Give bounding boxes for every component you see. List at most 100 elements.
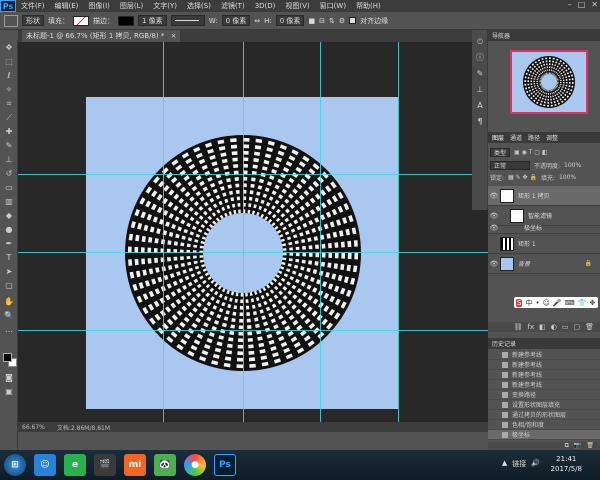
- tray-arrow-icon[interactable]: ▲: [502, 459, 507, 469]
- browser-icon[interactable]: e: [64, 454, 86, 476]
- fill-field[interactable]: 100%: [559, 174, 576, 181]
- lasso-tool-icon[interactable]: ℓ: [3, 70, 15, 82]
- link-icon[interactable]: ⇔: [254, 17, 260, 25]
- mi-icon[interactable]: mi: [124, 454, 146, 476]
- video-icon[interactable]: 🎬: [94, 454, 116, 476]
- more-tools-icon[interactable]: …: [3, 324, 15, 336]
- menu-3d[interactable]: 3D(D): [250, 2, 281, 10]
- pen-tool-icon[interactable]: ✒: [3, 238, 15, 250]
- history-item[interactable]: 新建参考线: [488, 360, 600, 370]
- history-title[interactable]: 历史记录: [492, 339, 516, 348]
- menu-filter[interactable]: 滤镜(T): [216, 1, 250, 11]
- menu-edit[interactable]: 编辑(E): [50, 1, 84, 11]
- eye-icon[interactable]: 👁: [488, 260, 500, 268]
- clone-panel-icon[interactable]: ⊥: [474, 84, 486, 96]
- eye-icon[interactable]: 👁: [488, 212, 500, 220]
- layer-row[interactable]: 矩形 1: [488, 234, 600, 254]
- link-layers-icon[interactable]: ⛓: [514, 323, 523, 331]
- close-button[interactable]: ✕: [591, 0, 598, 9]
- doc-size[interactable]: 文档:2.86M/8.81M: [57, 423, 110, 432]
- color-app-icon[interactable]: ●: [184, 454, 206, 476]
- volume-icon[interactable]: 🔊: [531, 459, 540, 469]
- tab-adjustments[interactable]: 调整: [546, 133, 558, 142]
- screen-mode-icon[interactable]: ▣: [3, 386, 15, 398]
- clock[interactable]: 21:41 2017/5/8: [551, 454, 582, 474]
- menu-file[interactable]: 文件(F): [16, 1, 50, 11]
- layer-name[interactable]: 矩形 1 拷贝: [518, 191, 550, 200]
- layer-name[interactable]: 背景: [518, 259, 530, 268]
- shape-tool-icon[interactable]: ▢: [3, 280, 15, 292]
- guide-vertical[interactable]: [243, 42, 244, 422]
- tab-channels[interactable]: 通道: [510, 133, 522, 142]
- chat-icon[interactable]: 🐼: [154, 454, 176, 476]
- photoshop-taskbar-icon[interactable]: Ps: [214, 454, 236, 476]
- ime-skin-icon[interactable]: 👕: [578, 299, 587, 307]
- stamp-tool-icon[interactable]: ⊥: [3, 154, 15, 166]
- start-button[interactable]: ⊞: [4, 454, 26, 476]
- magic-wand-tool-icon[interactable]: ✧: [3, 84, 15, 96]
- menu-image[interactable]: 图像(I): [83, 1, 115, 11]
- navigator-thumbnail[interactable]: [510, 50, 588, 114]
- marquee-tool-icon[interactable]: ⬚: [3, 56, 15, 68]
- history-item[interactable]: 新建参考线: [488, 370, 600, 380]
- type-tool-icon[interactable]: T: [3, 252, 15, 264]
- camera-icon[interactable]: 📷: [574, 442, 581, 450]
- lock-icons[interactable]: ▦ ✎ ✥ 🔒: [508, 174, 537, 181]
- layer-row[interactable]: 👁 矩形 1 拷贝: [488, 186, 600, 206]
- ime-emoji-icon[interactable]: ☺: [543, 299, 550, 307]
- trash-icon[interactable]: 🗑: [585, 323, 594, 331]
- ime-punct-icon[interactable]: •: [535, 299, 539, 307]
- document-canvas[interactable]: [86, 97, 398, 409]
- eraser-tool-icon[interactable]: ▭: [3, 182, 15, 194]
- guide-horizontal[interactable]: [18, 174, 488, 175]
- trash-icon[interactable]: 🗑: [586, 442, 594, 450]
- ime-mic-icon[interactable]: 🎤: [553, 299, 562, 307]
- stroke-width-field[interactable]: 1 像素: [138, 15, 167, 26]
- menu-help[interactable]: 帮助(H): [351, 1, 386, 11]
- h-field[interactable]: 0 像素: [275, 15, 305, 26]
- menu-view[interactable]: 视图(V): [280, 1, 314, 11]
- guide-vertical[interactable]: [320, 42, 321, 422]
- brush-tool-icon[interactable]: ✎: [3, 140, 15, 152]
- close-icon[interactable]: ×: [171, 32, 177, 40]
- history-item[interactable]: 设置形状图层填充: [488, 400, 600, 410]
- qq-icon[interactable]: ☺: [34, 454, 56, 476]
- eye-icon[interactable]: 👁: [488, 192, 500, 200]
- shape-tool-icon[interactable]: [4, 14, 18, 27]
- sogou-icon[interactable]: S: [516, 298, 523, 307]
- filter-icons[interactable]: ▣ ◉ T ▢ ◧: [514, 149, 548, 156]
- layer-row[interactable]: 👁 极坐标: [488, 222, 600, 234]
- history-panel-icon[interactable]: ⏲: [474, 36, 486, 48]
- history-item[interactable]: 新建参考线: [488, 380, 600, 390]
- history-item[interactable]: 新建参考线: [488, 350, 600, 360]
- guide-vertical[interactable]: [163, 42, 164, 422]
- history-item[interactable]: 变换路径: [488, 390, 600, 400]
- layer-row[interactable]: 👁 背景 🔒: [488, 254, 600, 274]
- properties-panel-icon[interactable]: ⓘ: [474, 52, 486, 64]
- tray-network-label[interactable]: 链接: [512, 459, 526, 469]
- align-edges-checkbox[interactable]: [349, 17, 357, 24]
- menu-window[interactable]: 窗口(W): [315, 1, 351, 11]
- history-item[interactable]: 色相/饱和度: [488, 420, 600, 430]
- adjustment-icon[interactable]: ◐: [551, 323, 557, 331]
- ime-tools-icon[interactable]: ✥: [589, 299, 595, 307]
- zoom-tool-icon[interactable]: 🔍: [3, 310, 15, 322]
- guide-horizontal[interactable]: [18, 252, 488, 253]
- gradient-tool-icon[interactable]: ▥: [3, 196, 15, 208]
- foreground-color-swatch[interactable]: [3, 353, 12, 362]
- snapshot-icon[interactable]: ⧉: [565, 442, 569, 450]
- eye-icon[interactable]: 👁: [488, 224, 500, 232]
- layer-name[interactable]: 矩形 1: [518, 239, 536, 248]
- minimize-button[interactable]: –: [568, 0, 572, 9]
- layer-name[interactable]: 极坐标: [524, 223, 542, 232]
- tab-layers[interactable]: 图层: [492, 133, 504, 142]
- mask-icon[interactable]: ◧: [539, 323, 546, 331]
- menu-select[interactable]: 选择(S): [182, 1, 216, 11]
- ime-mode[interactable]: 中: [525, 298, 532, 308]
- paragraph-panel-icon[interactable]: ¶: [474, 116, 486, 128]
- ime-keyboard-icon[interactable]: ⌨: [565, 299, 575, 307]
- new-layer-icon[interactable]: ▢: [573, 323, 580, 331]
- path-select-tool-icon[interactable]: ➤: [3, 266, 15, 278]
- history-item-selected[interactable]: 极坐标: [488, 430, 600, 440]
- navigator-title[interactable]: 导航器: [492, 31, 510, 40]
